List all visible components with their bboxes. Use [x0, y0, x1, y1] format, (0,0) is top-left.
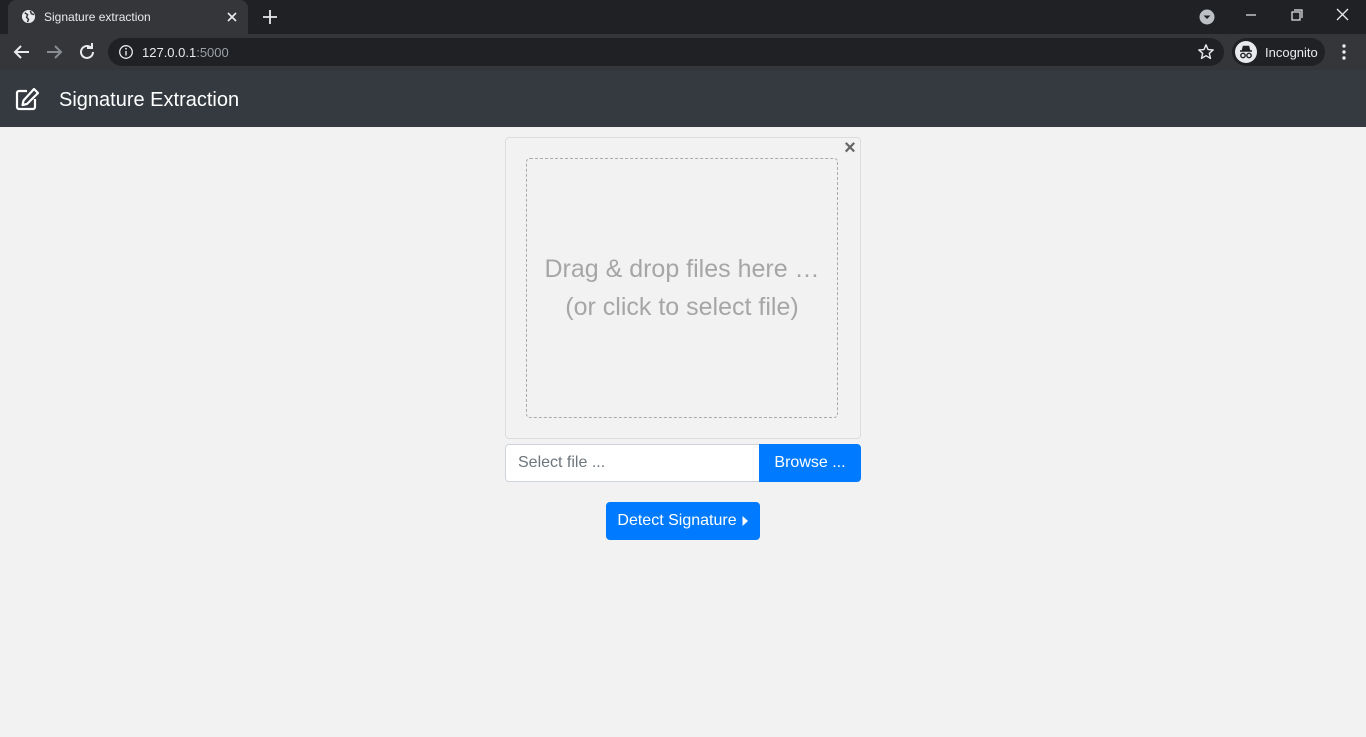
- detect-signature-button[interactable]: Detect Signature: [606, 502, 760, 540]
- app-title: Signature Extraction: [59, 89, 240, 111]
- drop-zone[interactable]: Drag & drop files here … (or click to se…: [526, 158, 838, 418]
- tab-title: Signature extraction: [44, 10, 151, 24]
- url-text: 127.0.0.1:5000: [142, 45, 229, 60]
- caret-right-icon: [742, 516, 748, 526]
- browser-toolbar: 127.0.0.1:5000 Incognito: [0, 34, 1366, 70]
- back-arrow-icon[interactable]: [11, 41, 33, 63]
- drop-zone-text-line2: (or click to select file): [565, 293, 799, 321]
- new-tab-icon[interactable]: [261, 8, 279, 26]
- browse-button[interactable]: Browse ...: [759, 444, 861, 482]
- app-navbar: Signature Extraction: [0, 70, 1366, 127]
- drop-zone-text-line1: Drag & drop files here …: [544, 255, 820, 283]
- tab-search-icon[interactable]: [1198, 8, 1216, 26]
- info-icon[interactable]: [118, 44, 134, 60]
- browser-tab-strip: Signature extraction: [0, 0, 1366, 34]
- incognito-icon: [1235, 41, 1257, 63]
- address-bar[interactable]: 127.0.0.1:5000: [108, 38, 1224, 66]
- url-host: 127.0.0.1: [142, 45, 197, 60]
- bookmark-star-icon[interactable]: [1197, 43, 1215, 61]
- file-caption-input[interactable]: [505, 444, 760, 482]
- more-menu-icon[interactable]: [1335, 42, 1353, 62]
- incognito-label: Incognito: [1265, 45, 1318, 60]
- browser-tab[interactable]: Signature extraction: [8, 0, 248, 34]
- edit-icon: [15, 87, 40, 111]
- close-icon[interactable]: ×: [842, 138, 858, 158]
- window-close-icon[interactable]: [1332, 4, 1354, 26]
- globe-icon: [21, 9, 36, 24]
- reload-icon[interactable]: [76, 41, 98, 63]
- url-port: :5000: [196, 45, 229, 60]
- file-input-group: Browse ...: [505, 444, 861, 482]
- forward-arrow-icon[interactable]: [43, 41, 65, 63]
- file-upload-panel: × Drag & drop files here … (or click to …: [505, 137, 861, 439]
- detect-signature-label: Detect Signature: [617, 512, 737, 529]
- incognito-profile-button[interactable]: Incognito: [1232, 38, 1325, 66]
- close-icon[interactable]: [224, 9, 240, 25]
- minimize-icon[interactable]: [1240, 6, 1262, 26]
- restore-icon[interactable]: [1286, 6, 1308, 26]
